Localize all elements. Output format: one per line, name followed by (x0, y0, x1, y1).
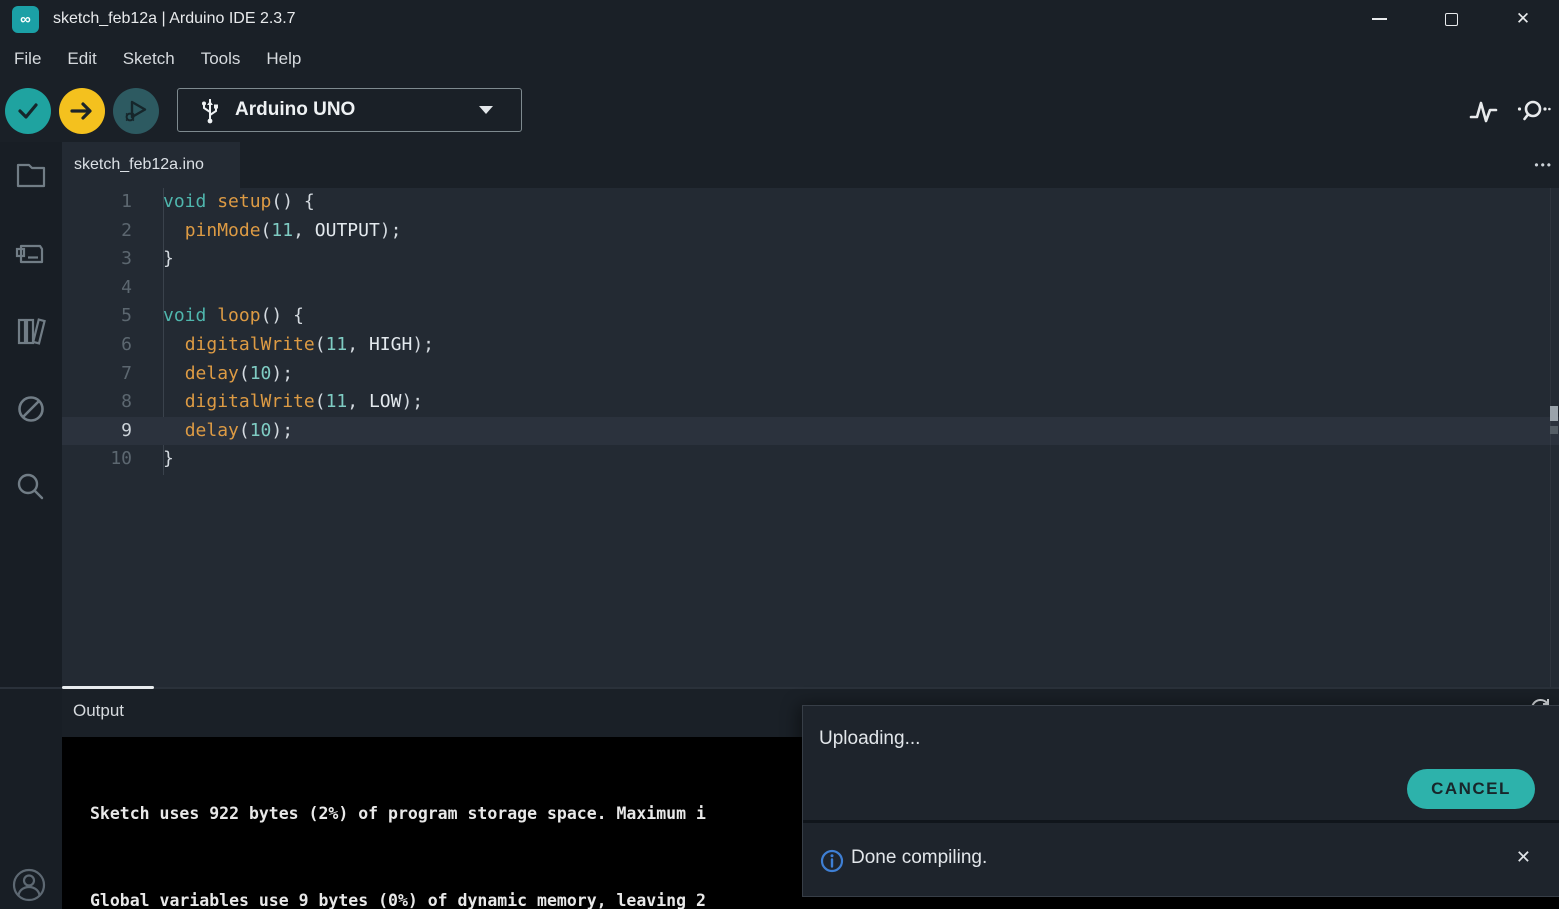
notification-close-button[interactable]: ✕ (1516, 847, 1531, 868)
done-compiling-text: Done compiling. (851, 847, 987, 869)
title-bar: ∞ sketch_feb12a | Arduino IDE 2.3.7 ✕ (0, 0, 1559, 38)
tab-label: sketch_feb12a.ino (74, 156, 204, 174)
ellipsis-icon: ••• (1534, 158, 1553, 172)
sidebar-item-library-manager[interactable] (13, 313, 49, 349)
code-line[interactable]: 5void loop() { (62, 302, 1559, 331)
tab-bar: sketch_feb12a.ino ••• (62, 142, 1559, 188)
close-icon: ✕ (1516, 847, 1531, 867)
tab-overflow-button[interactable]: ••• (1534, 142, 1553, 188)
account-icon (10, 866, 48, 904)
serial-plotter-icon (1467, 96, 1499, 126)
toolbar: Arduino UNO (0, 80, 1559, 142)
usb-icon (199, 96, 221, 124)
board-selector-label: Arduino UNO (235, 99, 355, 121)
line-number: 8 (62, 388, 132, 417)
scrollbar-marker[interactable] (1550, 406, 1558, 421)
info-icon (820, 849, 844, 873)
menu-tools[interactable]: Tools (188, 44, 254, 74)
sidebar-item-debug[interactable] (13, 391, 49, 427)
chevron-down-icon (479, 106, 493, 114)
menu-file[interactable]: File (1, 44, 54, 74)
menu-help[interactable]: Help (253, 44, 314, 74)
panel-splitter-handle[interactable] (62, 686, 154, 689)
output-panel-title: Output (73, 701, 124, 721)
line-number: 6 (62, 331, 132, 360)
code-lines: 1void setup() {2 pinMode(11, OUTPUT);3}4… (62, 188, 1559, 474)
right-arrow-icon (69, 99, 95, 123)
code-line[interactable]: 2 pinMode(11, OUTPUT); (62, 217, 1559, 246)
sidebar-item-boards-manager[interactable] (13, 236, 49, 272)
code-line[interactable]: 4 (62, 274, 1559, 303)
code-line[interactable]: 8 digitalWrite(11, LOW); (62, 388, 1559, 417)
account-button[interactable] (10, 866, 48, 904)
board-icon (13, 236, 49, 272)
menu-sketch[interactable]: Sketch (110, 44, 188, 74)
upload-button[interactable] (59, 88, 105, 134)
serial-plotter-button[interactable] (1465, 93, 1501, 129)
checkmark-icon (16, 99, 40, 123)
folder-icon (13, 158, 49, 194)
line-number: 4 (62, 274, 132, 303)
line-number: 9 (62, 417, 132, 446)
minimize-icon (1372, 18, 1387, 20)
activity-bar (0, 142, 62, 909)
close-button[interactable]: ✕ (1487, 0, 1559, 38)
scrollbar-marker-dim (1550, 426, 1558, 434)
verify-button[interactable] (5, 88, 51, 134)
tab-sketch-ino[interactable]: sketch_feb12a.ino (62, 142, 240, 188)
line-number: 5 (62, 302, 132, 331)
line-number: 2 (62, 217, 132, 246)
serial-monitor-button[interactable] (1515, 93, 1551, 129)
code-line[interactable]: 6 digitalWrite(11, HIGH); (62, 331, 1559, 360)
window-title: sketch_feb12a | Arduino IDE 2.3.7 (53, 10, 296, 28)
notification-uploading: Uploading... CANCEL (803, 706, 1559, 820)
code-editor[interactable]: 1void setup() {2 pinMode(11, OUTPUT);3}4… (62, 188, 1559, 687)
menu-edit[interactable]: Edit (54, 44, 109, 74)
board-selector[interactable]: Arduino UNO (177, 88, 522, 132)
maximize-icon (1445, 13, 1458, 26)
notification-done-compiling: Done compiling. ✕ (803, 823, 1559, 898)
sidebar-item-sketchbook[interactable] (13, 158, 49, 194)
library-icon (13, 313, 49, 349)
serial-monitor-icon (1515, 96, 1551, 126)
close-icon: ✕ (1516, 9, 1530, 29)
debug-disabled-icon (13, 391, 49, 427)
arduino-ide-window: ∞ sketch_feb12a | Arduino IDE 2.3.7 ✕ Fi… (0, 0, 1559, 909)
code-line[interactable]: 1void setup() { (62, 188, 1559, 217)
sidebar-item-search[interactable] (13, 469, 49, 505)
code-line[interactable]: 9 delay(10); (62, 417, 1559, 446)
code-line[interactable]: 3} (62, 245, 1559, 274)
code-line[interactable]: 10} (62, 445, 1559, 474)
line-number: 7 (62, 360, 132, 389)
arduino-logo-icon: ∞ (12, 6, 39, 33)
debug-icon (123, 98, 149, 124)
minimize-button[interactable] (1343, 0, 1415, 38)
menu-bar: File Edit Sketch Tools Help (0, 38, 1559, 80)
line-number: 1 (62, 188, 132, 217)
overview-ruler (1550, 188, 1551, 687)
debug-button[interactable] (113, 88, 159, 134)
cancel-button[interactable]: CANCEL (1407, 769, 1535, 809)
notification-panel: Uploading... CANCEL Done compiling. ✕ (802, 705, 1559, 897)
search-icon (13, 469, 49, 505)
line-number: 10 (62, 445, 132, 474)
uploading-text: Uploading... (819, 728, 920, 750)
maximize-button[interactable] (1415, 0, 1487, 38)
code-line[interactable]: 7 delay(10); (62, 360, 1559, 389)
line-number: 3 (62, 245, 132, 274)
